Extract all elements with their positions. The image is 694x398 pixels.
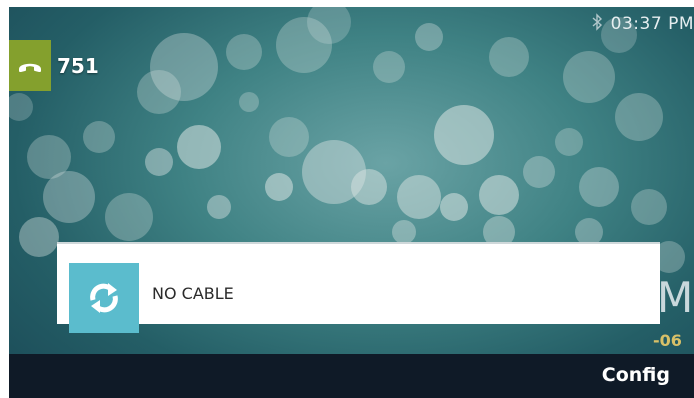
idle-clock: M [657,273,694,322]
softkey-bar: Config [9,354,694,398]
phone-handset-icon [9,40,51,91]
status-time: 03:37 PM [610,14,694,34]
phone-screen: 03:37 PM 751 M -06 NO CABLE Config [9,7,694,398]
config-softkey[interactable]: Config [602,364,670,386]
status-bar: 03:37 PM [591,11,694,37]
wallpaper-bokeh [9,7,685,273]
line-key[interactable]: 751 [9,40,99,91]
notification-message: NO CABLE [152,284,234,303]
bluetooth-icon [591,13,603,35]
refresh-icon [69,263,139,333]
idle-date: -06 [653,331,682,350]
line-key-label: 751 [57,53,99,78]
notification-toast[interactable]: NO CABLE [57,242,660,333]
